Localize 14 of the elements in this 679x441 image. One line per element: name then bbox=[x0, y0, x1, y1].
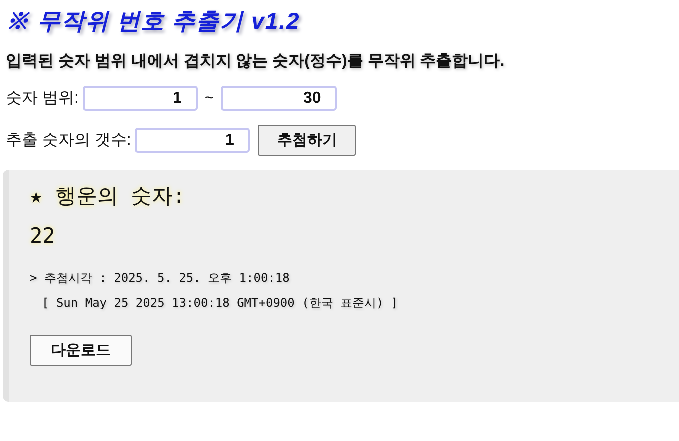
download-button[interactable]: 다운로드 bbox=[30, 335, 132, 366]
lucky-number: 22 bbox=[30, 224, 56, 248]
result-heading: ★ 행운의 숫자: bbox=[30, 183, 186, 210]
description: 입력된 숫자 범위 내에서 겹치지 않는 숫자(정수)를 무작위 추출합니다. bbox=[6, 52, 505, 72]
full-timestamp: [ Sun May 25 2025 13:00:18 GMT+0900 (한국 표준시) ] bbox=[42, 295, 398, 312]
count-label: 추출 숫자의 갯수: bbox=[6, 131, 132, 151]
range-from-field[interactable]: 1 bbox=[82, 86, 198, 111]
count-field[interactable]: 1 bbox=[135, 128, 250, 153]
app-title: ※ 무작위 번호 추출기 v1.2 bbox=[6, 7, 300, 36]
draw-time: > 추첨시각 : 2025. 5. 25. 오후 1:00:18 bbox=[30, 270, 290, 287]
range-separator: ~ bbox=[204, 90, 214, 108]
range-label: 숫자 범위: bbox=[6, 89, 79, 109]
draw-button[interactable]: 추첨하기 bbox=[258, 125, 356, 156]
range-to-field[interactable]: 30 bbox=[221, 86, 338, 111]
